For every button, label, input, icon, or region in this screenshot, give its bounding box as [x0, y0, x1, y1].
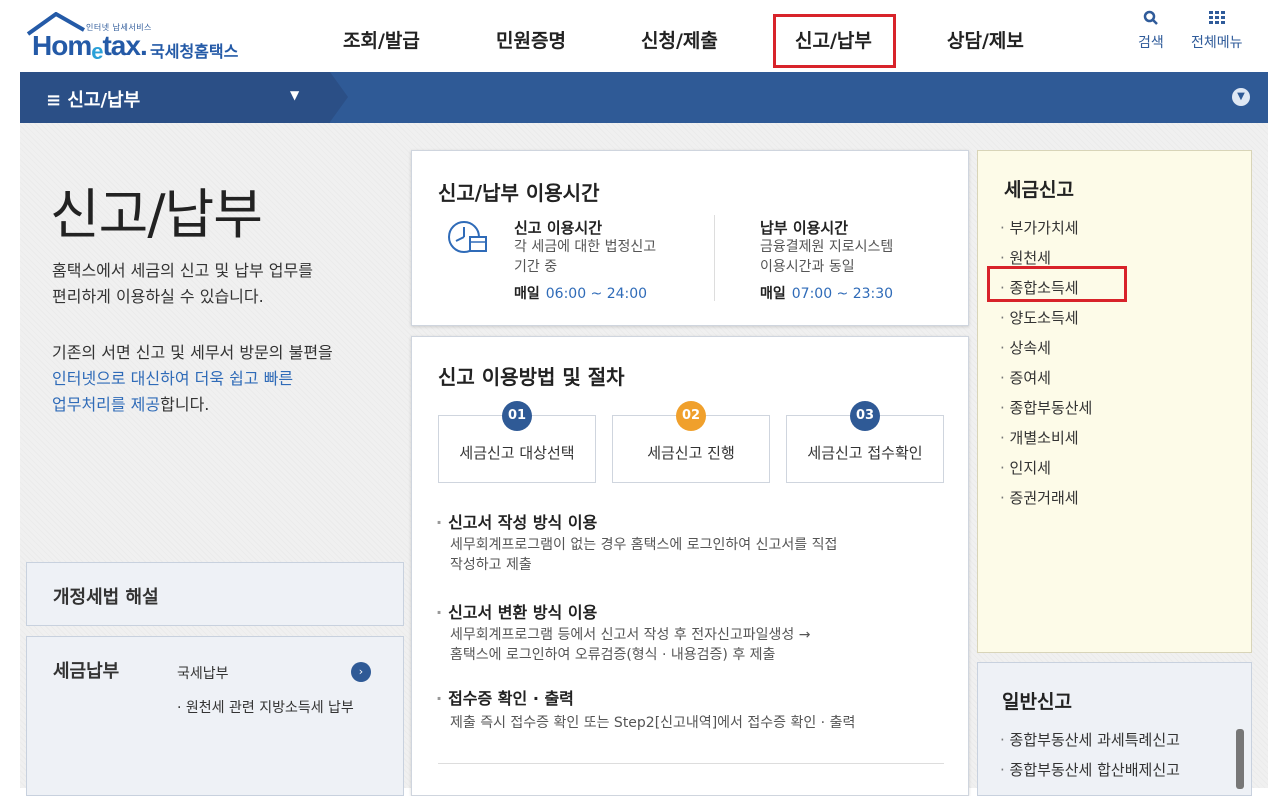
tax-report-item-vat[interactable]: 부가가치세 [1000, 217, 1079, 238]
search-button[interactable]: 검색 [1138, 10, 1164, 52]
usage-time-title: 신고/납부 이용시간 [438, 181, 600, 205]
local-income-tax-payment-link[interactable]: · 원천세 관련 지방소득세 납부 [177, 697, 354, 717]
method-1-title: 신고서 작성 방식 이용 [436, 509, 597, 533]
method-1-desc: 세무회계프로그램이 없는 경우 홈택스에 로그인하여 신고서를 직접 작성하고 … [450, 537, 838, 573]
tax-report-item-excise[interactable]: 개별소비세 [1000, 427, 1079, 448]
procedure-card: 신고 이용방법 및 절차 세금신고 대상선택 01 세금신고 진행 02 세금신… [411, 336, 969, 796]
section-bar: ≡ 신고/납부 ▼ ▼ [20, 72, 1268, 123]
tax-report-item-stamp[interactable]: 인지세 [1000, 457, 1051, 478]
tax-payment-title: 세금납부 [53, 661, 120, 682]
nav-active-highlight [773, 14, 896, 68]
method-2-title: 신고서 변환 방식 이용 [436, 599, 597, 623]
general-report-title: 일반신고 [1002, 691, 1072, 713]
payment-time-title: 납부 이용시간 [760, 219, 849, 237]
national-tax-payment-link[interactable]: 국세납부 [177, 663, 229, 683]
tax-report-item-securities[interactable]: 증권거래세 [1000, 487, 1079, 508]
tax-report-item-inheritance[interactable]: 상속세 [1000, 337, 1051, 358]
tax-report-item-capital-gains[interactable]: 양도소득세 [1000, 307, 1079, 328]
all-menu-button[interactable]: 전체메뉴 [1191, 10, 1243, 52]
nav-civil-certificate[interactable]: 민원증명 [496, 26, 566, 53]
section-selector[interactable]: ≡ 신고/납부 ▼ [20, 72, 330, 123]
section-selector-label: ≡ 신고/납부 [46, 90, 141, 111]
search-icon [1138, 10, 1164, 32]
hero-intro: 홈택스에서 세금의 신고 및 납부 업무를 편리하게 이용하실 수 있습니다. [52, 261, 313, 306]
tax-report-panel: 세금신고 부가가치세 원천세 종합소득세 양도소득세 상속세 증여세 종합부동산… [977, 150, 1252, 653]
tax-payment-panel: 세금납부 국세납부 › · 원천세 관련 지방소득세 납부 [26, 636, 404, 796]
general-report-item-exclusion[interactable]: 종합부동산세 합산배제신고 [1000, 759, 1180, 780]
payment-time-desc: 금융결제원 지로시스템 이용시간과 동일 [760, 239, 894, 275]
method-3-title: 접수증 확인 · 출력 [436, 685, 574, 709]
income-tax-highlight [987, 266, 1127, 302]
caret-down-icon: ▼ [290, 88, 300, 102]
step-2-badge: 02 [676, 401, 706, 431]
tax-law-reform-panel[interactable]: 개정세법 해설 [26, 562, 404, 626]
hometax-logo[interactable]: 인터넷 납세서비스 Hometax. 국세청홈택스 [24, 10, 264, 64]
method-3-desc: 제출 즉시 접수증 확인 또는 Step2[신고내역]에서 접수증 확인 · 출… [450, 715, 856, 731]
procedure-title: 신고 이용방법 및 절차 [438, 365, 625, 389]
chevron-right-icon[interactable]: › [351, 662, 371, 682]
page-title: 신고/납부 [50, 183, 263, 246]
bar-arrow-shape [330, 72, 348, 122]
nav-application[interactable]: 신청/제출 [641, 26, 718, 53]
general-report-item-special[interactable]: 종합부동산세 과세특례신고 [1000, 729, 1180, 750]
panel-scrollbar[interactable] [1236, 729, 1244, 789]
tax-report-item-comprehensive-real-estate[interactable]: 종합부동산세 [1000, 397, 1093, 418]
logo-korean-name: 국세청홈택스 [150, 42, 239, 61]
method-2-desc: 세무회계프로그램 등에서 신고서 작성 후 전자신고파일생성 → 홈택스에 로그… [450, 627, 811, 663]
time-divider [714, 215, 715, 301]
tax-report-item-gift[interactable]: 증여세 [1000, 367, 1051, 388]
card-divider [438, 763, 944, 764]
nav-consultation[interactable]: 상담/제보 [947, 26, 1024, 53]
grid-menu-icon [1191, 10, 1243, 32]
step-3-badge: 03 [850, 401, 880, 431]
chevron-down-icon[interactable]: ▼ [1232, 88, 1250, 106]
clock-calendar-icon [448, 221, 487, 253]
top-header: 인터넷 납세서비스 Hometax. 국세청홈택스 조회/발급 민원증명 신청/… [0, 0, 1288, 72]
tax-report-title: 세금신고 [1004, 179, 1074, 201]
tax-law-reform-title: 개정세법 해설 [53, 587, 159, 608]
general-report-panel: 일반신고 종합부동산세 과세특례신고 종합부동산세 합산배제신고 [977, 662, 1252, 796]
report-time-value: 매일 06:00 ~ 24:00 [514, 286, 648, 302]
report-time-title: 신고 이용시간 [514, 219, 603, 237]
nav-inquiry[interactable]: 조회/발급 [343, 26, 420, 53]
step-1-badge: 01 [502, 401, 532, 431]
report-time-desc: 각 세금에 대한 법정신고 기간 중 [514, 239, 657, 275]
tax-report-item-withholding[interactable]: 원천세 [1000, 247, 1051, 268]
payment-time-value: 매일 07:00 ~ 23:30 [760, 286, 894, 302]
hero-description: 기존의 서면 신고 및 세무서 방문의 불편을 인터넷으로 대신하여 더욱 쉽고… [52, 343, 333, 414]
usage-time-card: 신고/납부 이용시간 신고 이용시간 각 세금에 대한 법정신고 기간 중 매일… [411, 150, 969, 326]
logo-wordmark: Hometax. [32, 30, 148, 64]
